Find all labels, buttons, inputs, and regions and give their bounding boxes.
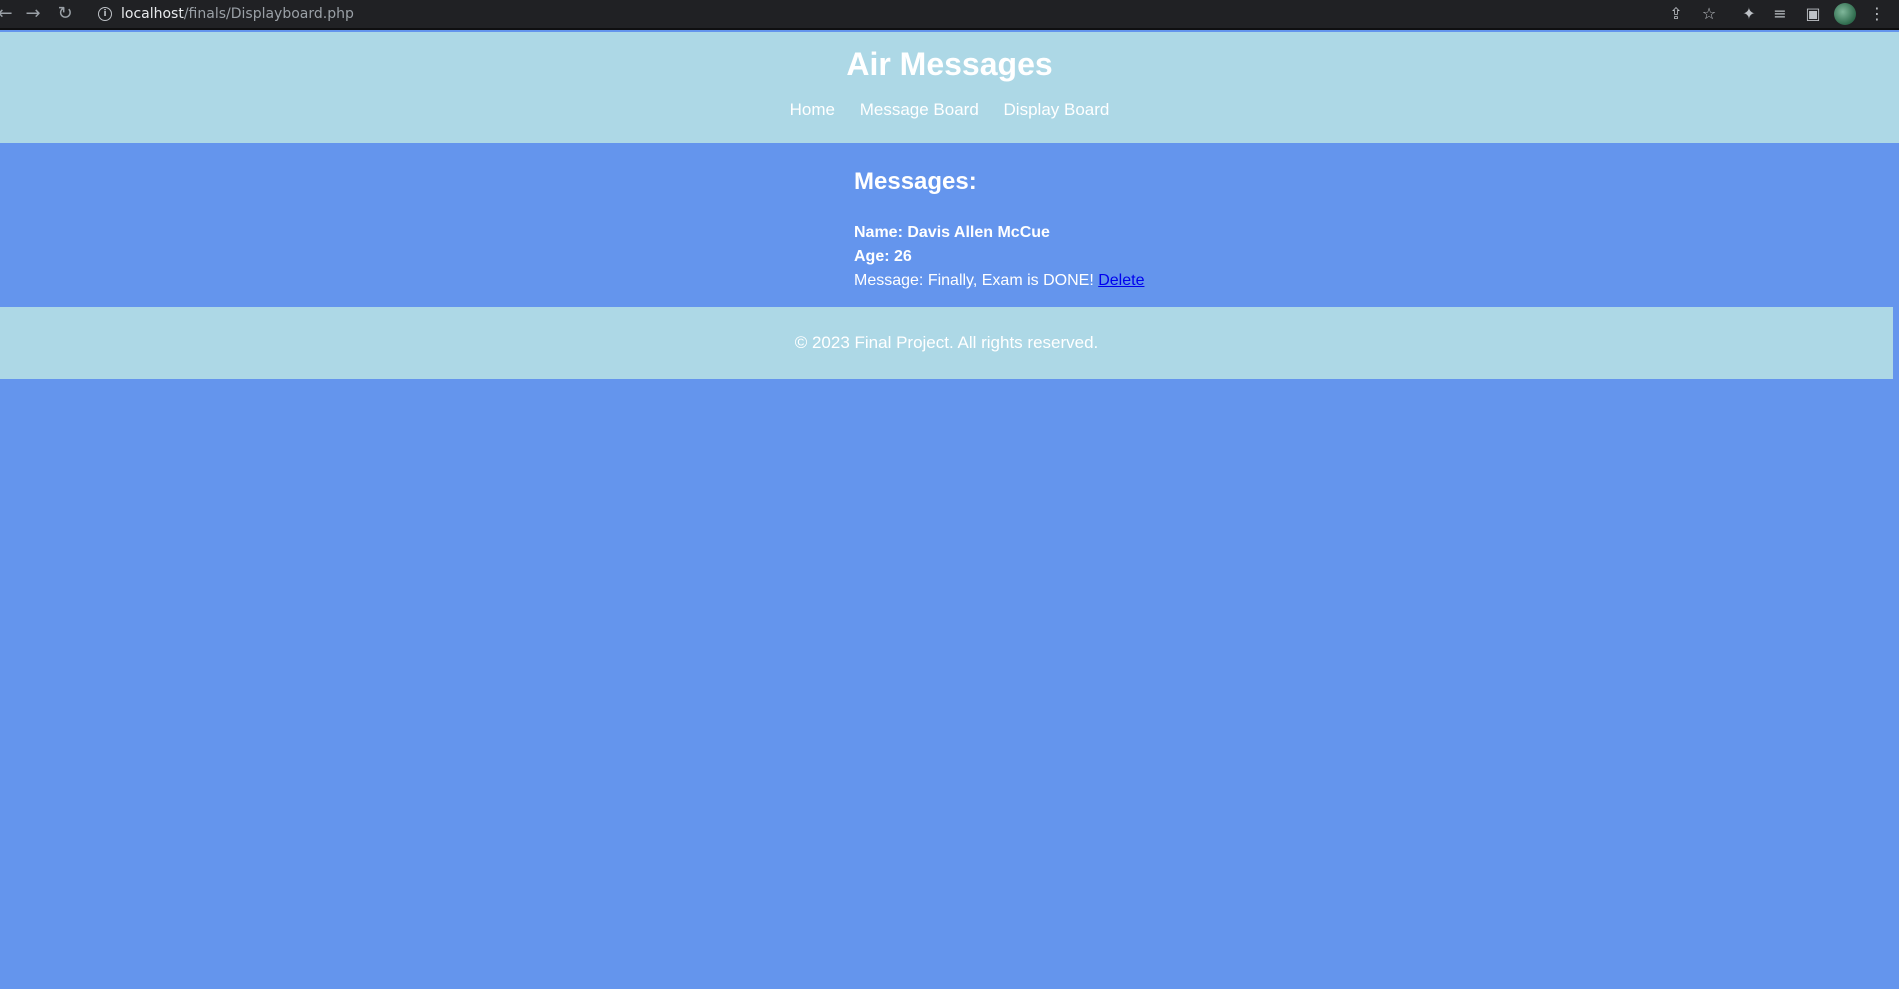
message-name: Name: Davis Allen McCue (854, 224, 1050, 241)
site-header: Air Messages Home Message Board Display … (0, 32, 1899, 143)
side-panel-icon[interactable]: ▣ (1801, 2, 1825, 26)
nav-display-board-link[interactable]: Display Board (1004, 100, 1110, 119)
site-info-icon[interactable]: i (98, 7, 112, 21)
address-url[interactable]: localhost/finals/Displayboard.php (121, 6, 354, 22)
nav-home-link[interactable]: Home (790, 100, 835, 119)
url-path: /finals/Displayboard.php (183, 6, 354, 22)
message-text-row: Message: Finally, Exam is DONE! Delete (854, 269, 1354, 293)
forward-arrow-icon[interactable]: → (22, 3, 44, 25)
message-entry: Name: Davis Allen McCue Age: 26 Message:… (854, 221, 1354, 293)
messages-heading: Messages: (854, 168, 977, 195)
bookmark-star-icon[interactable]: ☆ (1697, 2, 1721, 26)
extensions-icon[interactable]: ✦ (1737, 2, 1761, 26)
site-title: Air Messages (846, 46, 1053, 82)
site-footer: © 2023 Final Project. All rights reserve… (0, 307, 1893, 379)
reading-list-icon[interactable]: ≡ (1768, 2, 1792, 26)
message-age: Age: 26 (854, 248, 912, 265)
profile-avatar[interactable] (1834, 3, 1856, 25)
url-host: localhost (121, 6, 184, 22)
browser-toolbar: ← → ↻ i localhost/finals/Displayboard.ph… (0, 0, 1899, 30)
back-arrow-icon[interactable]: ← (0, 3, 16, 25)
address-bar[interactable]: i localhost/finals/Displayboard.php (88, 2, 1728, 26)
delete-link[interactable]: Delete (1098, 272, 1144, 289)
main-nav: Home Message Board Display Board (0, 100, 1899, 120)
share-icon[interactable]: ⇪ (1664, 2, 1688, 26)
more-menu-icon[interactable]: ⋮ (1865, 2, 1889, 26)
message-text: Message: Finally, Exam is DONE! (854, 272, 1094, 289)
reload-icon[interactable]: ↻ (54, 3, 76, 25)
footer-copyright: © 2023 Final Project. All rights reserve… (794, 333, 1099, 352)
nav-message-board-link[interactable]: Message Board (860, 100, 979, 119)
messages-section: Messages: Name: Davis Allen McCue Age: 2… (854, 168, 1354, 293)
